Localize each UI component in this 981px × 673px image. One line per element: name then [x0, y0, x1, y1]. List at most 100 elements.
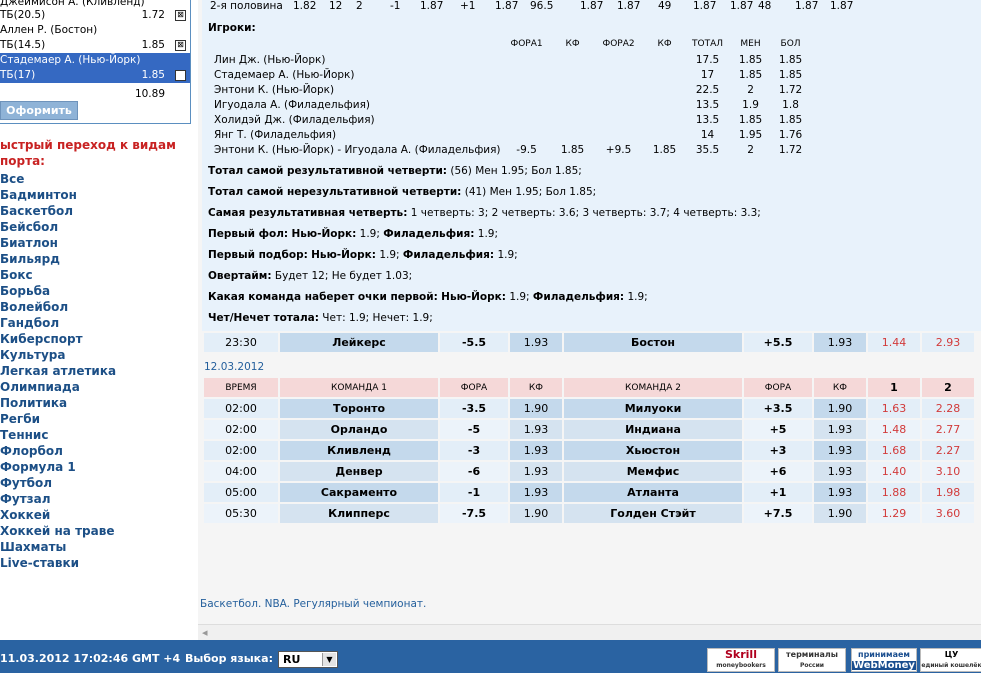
player-odds-cell[interactable]: 17.5 — [685, 52, 731, 67]
team1-name[interactable]: Сакраменто — [280, 483, 438, 502]
player-odds-cell[interactable]: 1.9 — [731, 97, 771, 112]
sport-link[interactable]: Флорбол — [0, 443, 116, 459]
remove-icon[interactable]: ⊠ — [175, 10, 186, 21]
team1-odds[interactable]: 1.93 — [510, 333, 562, 352]
market-option-odds[interactable]: 1.9; — [624, 291, 647, 303]
team2-handicap[interactable]: +5.5 — [744, 333, 812, 352]
horizontal-scrollbar[interactable]: ◂ — [198, 624, 981, 640]
team1-name[interactable]: Денвер — [280, 462, 438, 481]
sport-link[interactable]: Бильярд — [0, 251, 116, 267]
team2-name[interactable]: Атланта — [564, 483, 742, 502]
win2-odds[interactable]: 3.60 — [922, 504, 974, 523]
player-odds-cell[interactable]: 1.85 — [731, 52, 771, 67]
player-odds-cell[interactable]: 2 — [731, 82, 771, 97]
market-odds[interactable]: Будет 12; Не будет 1.03; — [272, 270, 412, 282]
player-odds-cell[interactable]: -9.5 — [501, 142, 553, 157]
win1-odds[interactable]: 1.29 — [868, 504, 920, 523]
player-odds-cell[interactable] — [501, 127, 553, 142]
team1-name[interactable]: Торонто — [280, 399, 438, 418]
player-odds-cell[interactable] — [593, 127, 645, 142]
team2-handicap[interactable]: +3 — [744, 441, 812, 460]
team1-handicap[interactable]: -3.5 — [440, 399, 508, 418]
player-odds-cell[interactable] — [645, 97, 685, 112]
player-odds-cell[interactable] — [645, 112, 685, 127]
sport-link[interactable]: Регби — [0, 411, 116, 427]
win1-odds[interactable]: 1.48 — [868, 420, 920, 439]
player-odds-cell[interactable] — [645, 52, 685, 67]
sport-link[interactable]: Хоккей на траве — [0, 523, 116, 539]
remove-icon[interactable]: ⊠ — [175, 40, 186, 51]
sport-link[interactable]: Баскетбол — [0, 203, 116, 219]
team1-odds[interactable]: 1.93 — [510, 483, 562, 502]
player-odds-cell[interactable] — [501, 52, 553, 67]
player-odds-cell[interactable]: 1.72 — [771, 142, 811, 157]
player-odds-cell[interactable]: 1.85 — [771, 112, 811, 127]
team2-odds[interactable]: 1.93 — [814, 333, 866, 352]
market-odds[interactable]: 1 четверть: 3; 2 четверть: 3.6; 3 четвер… — [407, 207, 761, 219]
sport-link[interactable]: Гандбол — [0, 315, 116, 331]
team2-odds[interactable]: 1.93 — [814, 420, 866, 439]
market-odds[interactable]: (56) Мен 1.95; Бол 1.85; — [447, 165, 581, 177]
team2-odds[interactable]: 1.93 — [814, 483, 866, 502]
team2-name[interactable]: Бостон — [564, 333, 742, 352]
win2-odds[interactable]: 3.10 — [922, 462, 974, 481]
player-odds-cell[interactable] — [645, 82, 685, 97]
team1-odds[interactable]: 1.93 — [510, 441, 562, 460]
player-odds-cell[interactable] — [501, 82, 553, 97]
sport-link[interactable]: Культура — [0, 347, 116, 363]
player-odds-cell[interactable] — [593, 67, 645, 82]
sport-link[interactable]: Футзал — [0, 491, 116, 507]
market-option-odds[interactable]: 1.9; — [474, 228, 498, 240]
market-odds[interactable]: (41) Мен 1.95; Бол 1.85; — [461, 186, 596, 198]
player-odds-cell[interactable] — [501, 67, 553, 82]
team1-handicap[interactable]: -1 — [440, 483, 508, 502]
submit-bet-button[interactable]: Оформить — [0, 101, 78, 120]
player-odds-cell[interactable]: 1.72 — [771, 82, 811, 97]
team1-name[interactable]: Клипперс — [280, 504, 438, 523]
player-odds-cell[interactable]: 35.5 — [685, 142, 731, 157]
player-odds-cell[interactable]: 13.5 — [685, 112, 731, 127]
team1-handicap[interactable]: -3 — [440, 441, 508, 460]
language-select[interactable]: RU ▼ — [278, 651, 338, 668]
player-odds-cell[interactable] — [553, 127, 593, 142]
team2-handicap[interactable]: +6 — [744, 462, 812, 481]
league-caption[interactable]: Баскетбол. NBA. Регулярный чемпионат. — [200, 598, 426, 610]
team1-odds[interactable]: 1.90 — [510, 504, 562, 523]
team1-handicap[interactable]: -5.5 — [440, 333, 508, 352]
win2-odds[interactable]: 2.93 — [922, 333, 974, 352]
team2-odds[interactable]: 1.90 — [814, 399, 866, 418]
team2-name[interactable]: Голден Стэйт — [564, 504, 742, 523]
player-odds-cell[interactable]: 1.85 — [553, 142, 593, 157]
win1-odds[interactable]: 1.44 — [868, 333, 920, 352]
player-odds-cell[interactable]: 2 — [731, 142, 771, 157]
sport-link[interactable]: Олимпиада — [0, 379, 116, 395]
market-option-odds[interactable]: 1.9; — [356, 228, 383, 240]
single-cashier-logo[interactable]: ЦУ единый кошелёк — [920, 648, 981, 672]
team2-handicap[interactable]: +1 — [744, 483, 812, 502]
team2-name[interactable]: Милуоки — [564, 399, 742, 418]
player-odds-cell[interactable] — [553, 97, 593, 112]
remove-icon[interactable]: ⊠ — [175, 70, 186, 81]
terminals-logo[interactable]: терминалы России — [778, 648, 846, 672]
market-option-odds[interactable]: 1.9; — [506, 291, 533, 303]
sport-link[interactable]: Борьба — [0, 283, 116, 299]
skrill-logo[interactable]: Skrill moneybookers — [707, 648, 775, 672]
market-odds[interactable]: Чет: 1.9; Нечет: 1.9; — [319, 312, 432, 324]
win1-odds[interactable]: 1.63 — [868, 399, 920, 418]
player-odds-cell[interactable]: +9.5 — [593, 142, 645, 157]
team1-name[interactable]: Кливленд — [280, 441, 438, 460]
sport-link[interactable]: Формула 1 — [0, 459, 116, 475]
player-odds-cell[interactable]: 1.76 — [771, 127, 811, 142]
market-option-odds[interactable]: 1.9; — [376, 249, 403, 261]
player-odds-cell[interactable]: 1.8 — [771, 97, 811, 112]
team1-name[interactable]: Лейкерс — [280, 333, 438, 352]
player-odds-cell[interactable] — [501, 97, 553, 112]
webmoney-logo[interactable]: принимаем WebMoney — [851, 648, 917, 672]
sport-link[interactable]: Все — [0, 171, 116, 187]
sport-link[interactable]: Теннис — [0, 427, 116, 443]
player-odds-cell[interactable] — [593, 112, 645, 127]
team2-odds[interactable]: 1.93 — [814, 441, 866, 460]
market-option-odds[interactable]: 1.9; — [494, 249, 517, 261]
sport-link[interactable]: Шахматы — [0, 539, 116, 555]
team2-odds[interactable]: 1.93 — [814, 462, 866, 481]
